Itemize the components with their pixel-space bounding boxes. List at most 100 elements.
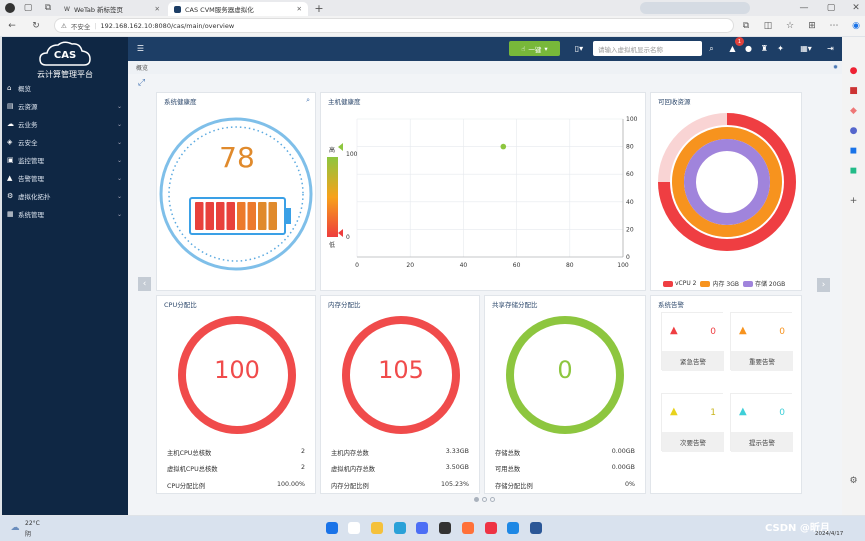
sidebar-item-cloud-business[interactable]: ☁ 云业务 ⌄: [2, 115, 128, 133]
insecure-label: 不安全: [70, 22, 91, 31]
weather-icon[interactable]: ☁: [8, 521, 22, 535]
sidebar-item-monitoring[interactable]: ▣ 监控管理 ⌄: [2, 151, 128, 169]
recyclable-resources-panel: 可回收资源 vCPU 2 内存 3GB 存储 20GB: [650, 92, 802, 291]
start-icon[interactable]: [326, 522, 338, 534]
legend-low-marker: [338, 229, 343, 237]
tab-actions-icon[interactable]: ⧉: [42, 2, 54, 14]
file-explorer-icon[interactable]: [371, 522, 383, 534]
sidebar-item-label: 告警管理: [18, 175, 44, 183]
kv-value: 0%: [625, 481, 635, 488]
separator: |: [94, 21, 97, 30]
battery-bar: [247, 202, 256, 230]
address-bar[interactable]: ⚠ 不安全 | 192.168.162.10:8080/cas/main/ove…: [54, 18, 734, 33]
one-key-button[interactable]: ☝ 一键 ▾: [509, 41, 560, 56]
hand-icon: ☝: [521, 44, 526, 53]
more-icon[interactable]: ⋯: [828, 19, 840, 32]
collections-icon[interactable]: ⊞: [806, 19, 818, 32]
alarm-label: 提示告警: [731, 432, 793, 452]
kv-row: 可用总数 0.00GB: [495, 464, 635, 474]
carousel-next-button[interactable]: ›: [817, 278, 830, 292]
tools-icon[interactable]: ✦: [774, 41, 787, 56]
sidebar-item-cloud-resources[interactable]: ▤ 云资源 ⌄: [2, 97, 128, 115]
sidebar-item-overview[interactable]: ⌂ 概览: [2, 79, 128, 97]
maximize-icon[interactable]: ▢: [825, 2, 837, 14]
extensions-icon[interactable]: ⧉: [740, 19, 752, 32]
refresh-icon[interactable]: ↻: [30, 19, 42, 32]
fullscreen-icon[interactable]: ⤢: [137, 78, 146, 88]
user-icon[interactable]: ●: [742, 41, 755, 56]
panel-title: 系统告警: [658, 301, 684, 309]
app-icon[interactable]: [485, 522, 497, 534]
carousel-dot[interactable]: [474, 497, 479, 502]
shirt-icon[interactable]: ♜: [758, 41, 771, 56]
breadcrumb-item[interactable]: 概览: [136, 63, 148, 72]
alarm-card-minor[interactable]: ▲ 1 次要告警: [661, 393, 724, 452]
minimize-icon[interactable]: —: [798, 2, 810, 14]
back-icon[interactable]: ←: [6, 19, 18, 32]
kv-value: 0.00GB: [611, 448, 635, 455]
profile-avatar[interactable]: [5, 3, 15, 13]
store-icon[interactable]: [416, 522, 428, 534]
alarm-count: 0: [779, 327, 785, 337]
panel-title: 主机健康度: [328, 98, 361, 106]
tools-app-icon[interactable]: ◆: [848, 105, 859, 116]
sidebar-item-label: 监控管理: [18, 157, 44, 165]
alarm-card-info[interactable]: ▲ 0 提示告警: [730, 393, 793, 452]
shopping-icon[interactable]: ■: [848, 85, 859, 96]
favorites-icon[interactable]: ☆: [784, 19, 796, 32]
sidebar-item-cloud-security[interactable]: ◈ 云安全 ⌄: [2, 133, 128, 151]
legend-item[interactable]: vCPU 2: [663, 279, 696, 288]
vmware-icon[interactable]: [507, 522, 519, 534]
sidebar-settings-icon[interactable]: ⚙: [848, 475, 859, 486]
search-icon[interactable]: ⌕: [306, 96, 310, 105]
alarm-card-critical[interactable]: ▲ 0 紧急告警: [661, 312, 724, 371]
search-app-icon[interactable]: ●: [848, 65, 859, 76]
menu-toggle-icon[interactable]: ☰: [134, 41, 147, 56]
close-icon[interactable]: ✕: [155, 5, 160, 13]
games-icon[interactable]: ●: [848, 125, 859, 136]
sidebar-item-topology[interactable]: ⚙ 虚拟化拓扑 ⌄: [2, 187, 128, 205]
tab-wetab[interactable]: W WeTab 新标签页 ✕: [58, 2, 166, 16]
outlook-icon[interactable]: ◼: [848, 145, 859, 156]
device-menu-icon[interactable]: ▯▾: [570, 41, 588, 56]
word-icon[interactable]: [530, 522, 542, 534]
search-placeholder: 请输入虚拟机显示名称: [598, 45, 663, 54]
cloud-icon: ☁: [7, 120, 14, 128]
alarm-count: 0: [779, 408, 785, 418]
legend-item[interactable]: 内存 3GB: [700, 279, 739, 288]
carousel-dot[interactable]: [482, 497, 487, 502]
x-tick-label: 80: [566, 262, 574, 269]
y-tick-label: 40: [626, 199, 634, 206]
search-icon[interactable]: ⌕: [705, 41, 718, 56]
terminal-icon[interactable]: [439, 522, 451, 534]
drop-icon[interactable]: ◼: [848, 165, 859, 176]
copilot-icon[interactable]: ◉: [850, 19, 862, 32]
add-icon[interactable]: +: [848, 195, 859, 206]
alarm-card-major[interactable]: ▲ 0 重要告警: [730, 312, 793, 371]
tab-strip: ▢ ⧉ W WeTab 新标签页 ✕ CAS CVM服务器虚拟化 ✕ + — ▢ ✕: [0, 0, 865, 16]
cas-app: CAS 云计算管理平台 ⌂ 概览 ▤ 云资源 ⌄ ☁ 云业务 ⌄ ◈ 云安全 ⌄ ▣ 监控管理 ⌄…: [2, 37, 842, 515]
new-tab-icon[interactable]: +: [313, 2, 325, 15]
close-icon[interactable]: ✕: [297, 5, 302, 13]
sidebar-item-alarms[interactable]: ▲ 告警管理 ⌄: [2, 169, 128, 187]
logout-icon[interactable]: ⇥: [824, 41, 837, 56]
kv-row: 存储分配比例 0%: [495, 481, 635, 491]
sidebar-item-system[interactable]: ▦ 系统管理 ⌄: [2, 205, 128, 223]
layout-menu-icon[interactable]: ▦▾: [796, 41, 816, 56]
edge-icon[interactable]: [394, 522, 406, 534]
carousel-dot[interactable]: [490, 497, 495, 502]
sidebar-item-label: 云业务: [18, 121, 38, 129]
split-screen-icon[interactable]: ◫: [762, 19, 774, 32]
firefox-icon[interactable]: [462, 522, 474, 534]
chevron-down-icon: ⌄: [116, 120, 122, 128]
weather-desc: 阴: [25, 531, 32, 538]
tab-cas[interactable]: CAS CVM服务器虚拟化 ✕: [168, 2, 308, 16]
legend-item[interactable]: 存储 20GB: [742, 279, 785, 288]
workspaces-icon[interactable]: ▢: [22, 2, 34, 14]
url-text[interactable]: 192.168.162.10:8080/cas/main/overview: [101, 22, 235, 30]
close-window-icon[interactable]: ✕: [850, 2, 862, 14]
vm-search-input[interactable]: 请输入虚拟机显示名称: [593, 41, 702, 56]
settings-gear-icon[interactable]: ✹: [833, 64, 838, 71]
carousel-prev-button[interactable]: ‹: [138, 277, 151, 291]
search-taskbar-icon[interactable]: [348, 522, 360, 534]
